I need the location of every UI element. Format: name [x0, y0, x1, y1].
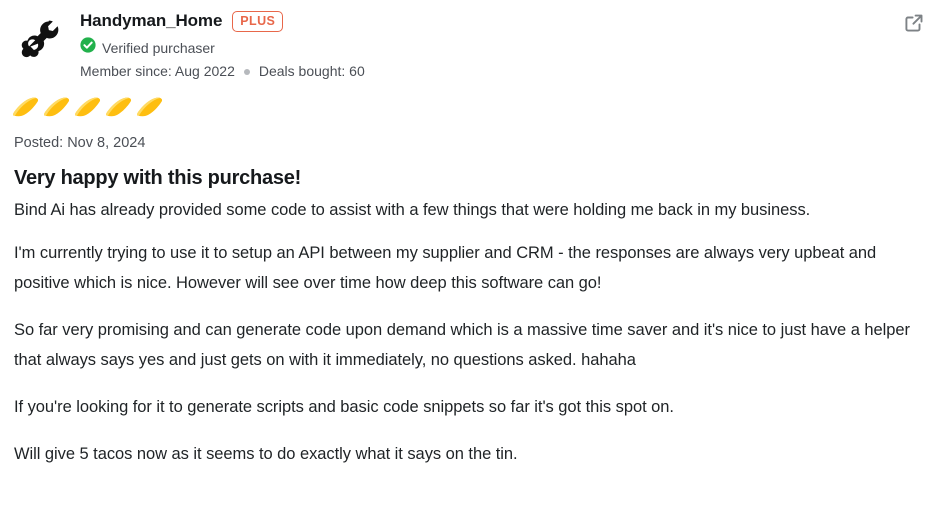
posted-date: Posted: Nov 8, 2024	[14, 135, 146, 151]
taco-icon	[74, 96, 101, 126]
review-header: Handyman_Home PLUS Verified purchaser Me…	[14, 8, 925, 80]
avatar	[14, 10, 68, 68]
taco-icon	[136, 96, 163, 126]
review-body: Bind Ai has already provided some code t…	[14, 195, 925, 469]
taco-icon	[12, 96, 39, 126]
review-card: Handyman_Home PLUS Verified purchaser Me…	[0, 0, 939, 522]
verified-purchaser-row: Verified purchaser	[80, 37, 925, 58]
review-paragraph: If you're looking for it to generate scr…	[14, 398, 674, 416]
taco-rating[interactable]	[12, 97, 925, 125]
meta-separator-dot	[243, 69, 250, 75]
review-paragraph: So far very promising and can generate c…	[14, 321, 910, 369]
author-identity: Handyman_Home PLUS Verified purchaser Me…	[80, 8, 925, 80]
plug-wrench-icon	[15, 13, 67, 65]
review-paragraph: Will give 5 tacos now as it seems to do …	[14, 445, 518, 463]
review-title: Very happy with this purchase!	[14, 167, 302, 189]
member-since-label: Member since: Aug 2022	[80, 63, 235, 79]
author-meta-row: Member since: Aug 2022 Deals bought: 60	[80, 62, 925, 80]
taco-icon	[43, 96, 70, 126]
review-paragraph: Bind Ai has already provided some code t…	[14, 201, 811, 219]
plus-badge: PLUS	[232, 10, 284, 32]
author-name-row: Handyman_Home PLUS	[80, 9, 925, 33]
taco-icon	[105, 96, 132, 126]
review-paragraph: I'm currently trying to use it to setup …	[14, 244, 877, 292]
verified-check-icon	[80, 37, 96, 58]
external-link-button[interactable]	[903, 12, 925, 34]
deals-bought-label: Deals bought: 60	[258, 63, 365, 79]
author-username[interactable]: Handyman_Home	[80, 10, 222, 32]
external-link-icon	[903, 12, 925, 34]
verified-purchaser-label: Verified purchaser	[102, 39, 215, 56]
